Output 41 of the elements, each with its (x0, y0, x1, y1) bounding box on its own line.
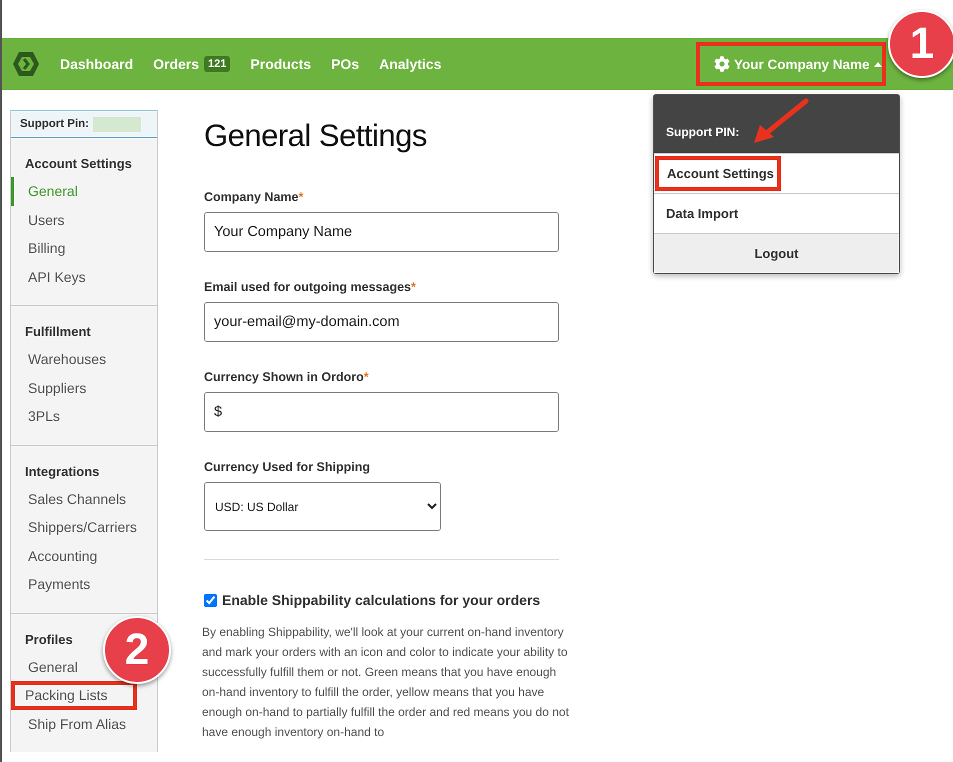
text-field[interactable]: $ (204, 392, 559, 432)
nav-link[interactable]: Orders 121 (153, 56, 230, 72)
section-heading: Integrations (24, 464, 100, 478)
sidebar-item[interactable]: API Keys (11, 262, 90, 291)
sidebar-item[interactable]: Sales Channels (11, 484, 130, 513)
callout-badge: 1 (888, 10, 953, 78)
sidebar-item[interactable]: Billing (11, 234, 70, 262)
logo-icon (12, 51, 40, 77)
field-label: Currency Shown in Ordoro* (204, 370, 370, 384)
sidebar-item[interactable]: Warehouses (11, 345, 110, 374)
pin-value (93, 116, 141, 132)
support-pin-label: Support PIN: (654, 95, 899, 153)
sidebar-item[interactable]: Shippers/Carriers (11, 513, 141, 542)
sidebar-item[interactable]: Suppliers (11, 374, 90, 402)
sidebar-item[interactable]: Users (11, 206, 69, 234)
sidebar-item[interactable]: Packing Lists (11, 681, 137, 710)
callout-badge: 2 (103, 616, 171, 684)
sidebar-item[interactable]: Ship From Alias (11, 710, 130, 738)
text-field[interactable]: Your Company Name (204, 212, 559, 252)
support-pin-label: Support Pin: (20, 118, 89, 130)
sidebar-item[interactable]: 3PLs (11, 402, 64, 430)
field-label: Company Name* (204, 190, 304, 204)
section-heading: Account Settings (24, 156, 133, 171)
sidebar-item[interactable]: General (11, 652, 82, 681)
field-label: Currency Used for Shipping (204, 460, 371, 474)
field-label: Email used for outgoing messages* (204, 280, 417, 294)
currency-select[interactable]: USD: US Dollar (204, 482, 441, 531)
sidebar-item[interactable]: Accounting (11, 542, 102, 570)
text-field[interactable]: your-email@my-domain.com (204, 302, 559, 342)
settings-icon (714, 56, 730, 72)
page-title: General Settings (204, 118, 428, 154)
section-heading: Fulfillment (24, 324, 92, 339)
count-badge: 121 (204, 56, 230, 72)
sidebar-item[interactable]: Payments (11, 570, 94, 598)
menu-item[interactable]: Logout (654, 233, 899, 273)
description-text: By enabling Shippability, we'll look at your current on-hand inventory and mark your orders with an icon and color to indicate your ability to successfully fulfill them or not. Green means that you have enough on-hand inventory to fulfill the order, yellow means that you have enough on-hand to partially fulfill the order and red means you do not have enough inventory on-hand to (202, 624, 570, 741)
checkbox[interactable] (204, 594, 217, 606)
menu-item[interactable]: Data Import (654, 193, 899, 233)
section-heading: Profiles (24, 632, 74, 646)
menu-item[interactable]: Account Settings (654, 153, 899, 193)
checkbox-label: Enable Shippability calculations for your orders (222, 592, 540, 608)
